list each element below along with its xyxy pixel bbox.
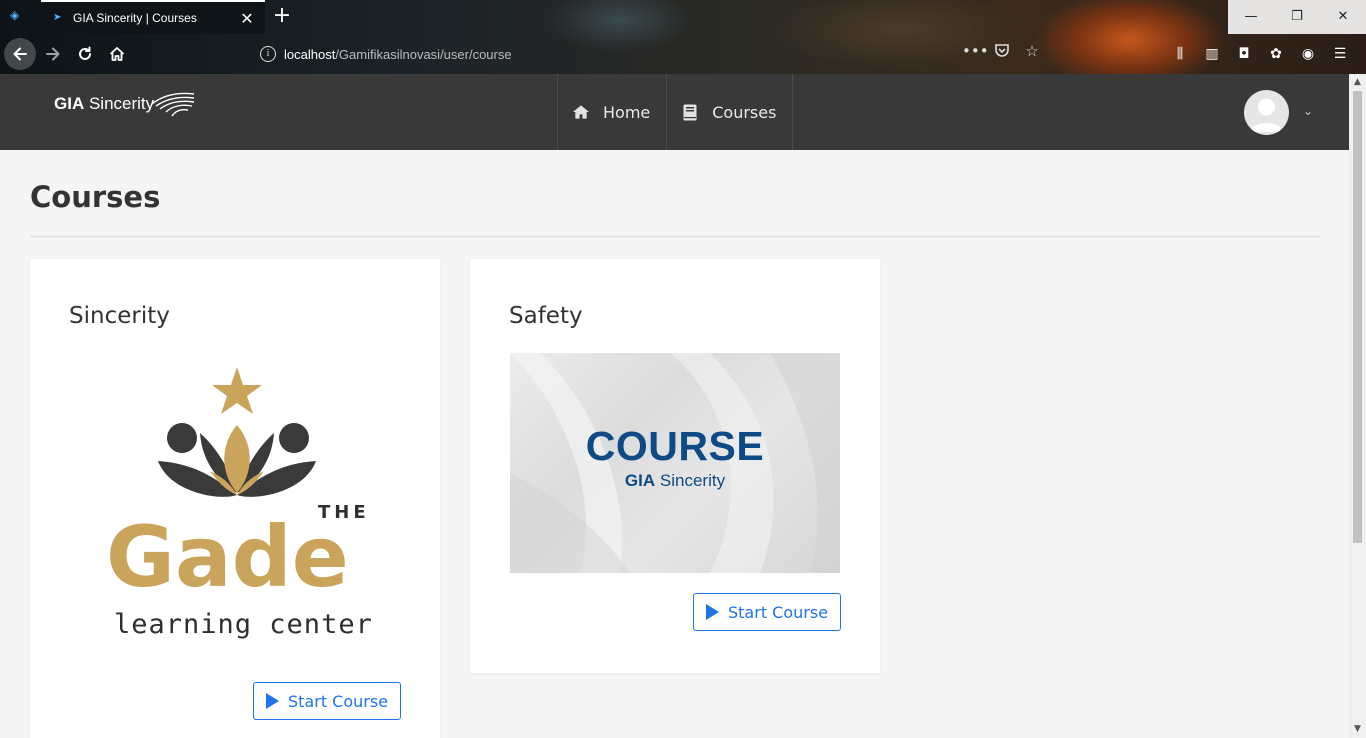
tab-active[interactable]: ➤ GIA Sincerity | Courses ✕ [41, 0, 265, 34]
window-controls: — ❐ ✕ [1228, 0, 1366, 34]
brand-logo[interactable]: GIA Sincerity [54, 92, 195, 117]
course-card: Safety COURSE GIA Sincerity Start Course [470, 259, 880, 673]
new-tab-button[interactable]: + [270, 4, 294, 28]
restore-button[interactable]: ❐ [1274, 0, 1320, 32]
play-icon [706, 604, 719, 620]
forward-button[interactable] [37, 38, 69, 70]
scroll-thumb[interactable] [1353, 91, 1362, 543]
close-tab-icon[interactable]: ✕ [235, 9, 259, 28]
chevron-down-icon[interactable]: ⌄ [1303, 104, 1313, 118]
bookmark-star-icon[interactable]: ☆ [1022, 42, 1042, 66]
nav-label-home: Home [603, 102, 651, 122]
extension-icon[interactable]: ✿ [1264, 42, 1288, 66]
home-outline-icon [109, 47, 125, 61]
main-nav: Home Courses [557, 74, 794, 150]
home-icon [572, 103, 590, 121]
scroll-up-arrow-icon[interactable]: ▲ [1349, 74, 1366, 91]
account-icon[interactable]: ◉ [1296, 42, 1320, 66]
arrow-left-icon [13, 47, 27, 61]
logo-tagline-text: learning center [114, 609, 373, 640]
start-course-label: Start Course [288, 691, 389, 711]
nav-item-home[interactable]: Home [557, 74, 666, 150]
user-avatar[interactable] [1244, 90, 1289, 135]
course-title: Sincerity [69, 303, 170, 329]
browser-toolbar: i localhost /Gamifikasilnovasi/user/cour… [0, 34, 1366, 74]
course-banner-image: COURSE GIA Sincerity [510, 353, 840, 573]
arrow-right-icon [46, 47, 60, 61]
info-icon[interactable]: i [260, 46, 276, 62]
library-icon[interactable]: ⫼ [1168, 42, 1192, 66]
reload-icon [79, 46, 91, 60]
course-card: Sincerity THE Gade learning center Start… [30, 259, 440, 738]
close-window-button[interactable]: ✕ [1320, 0, 1366, 32]
course-title: Safety [509, 303, 583, 329]
page-title: Courses [30, 180, 161, 214]
pocket-icon[interactable] [992, 42, 1012, 66]
page-actions-menu-icon[interactable]: ••• [962, 42, 989, 66]
url-path: /Gamifikasilnovasi/user/course [335, 46, 512, 62]
tab-title: GIA Sincerity | Courses [73, 11, 197, 25]
tab-strip: ◈ ➤ GIA Sincerity | Courses ✕ + — ❐ ✕ [0, 0, 1366, 34]
hamburger-menu-icon[interactable]: ☰ [1328, 42, 1352, 66]
gade-learning-center-logo: THE Gade learning center [96, 353, 374, 643]
url-host: localhost [284, 46, 336, 62]
start-course-button[interactable]: Start Course [253, 682, 402, 720]
favicon-icon: ➤ [53, 12, 62, 23]
back-button[interactable] [4, 38, 36, 70]
toolbar-extensions: ⫼ ▥ ◘ ✿ ◉ ☰ [1168, 42, 1352, 66]
page-scrollbar[interactable]: ▲ ▼ [1349, 74, 1366, 738]
nav-item-courses[interactable]: Courses [666, 74, 794, 150]
user-silhouette-icon [1250, 98, 1283, 132]
reload-button[interactable] [69, 38, 101, 70]
play-icon [266, 693, 279, 709]
logo-brand-text: Gade [106, 508, 349, 606]
address-bar[interactable]: i localhost /Gamifikasilnovasi/user/cour… [250, 38, 1050, 70]
minimize-button[interactable]: — [1228, 0, 1274, 32]
pinned-tab-icon[interactable]: ◈ [10, 8, 19, 22]
book-icon [681, 103, 699, 121]
browser-chrome: ◈ ➤ GIA Sincerity | Courses ✕ + — ❐ ✕ i … [0, 0, 1366, 74]
banner-title: COURSE [585, 423, 765, 469]
banner-subtitle: GIA Sincerity [624, 471, 726, 490]
title-divider [30, 236, 1320, 237]
home-button[interactable] [101, 38, 133, 70]
brand-text: GIA Sincerity [54, 94, 155, 113]
start-course-label: Start Course [728, 602, 829, 622]
scroll-down-arrow-icon[interactable]: ▼ [1349, 721, 1366, 738]
sidebar-icon[interactable]: ▥ [1200, 42, 1224, 66]
nav-label-courses: Courses [712, 102, 777, 122]
garuda-bird-icon [151, 92, 195, 117]
page-actions: ••• ☆ [962, 42, 1042, 66]
start-course-button[interactable]: Start Course [693, 593, 842, 631]
sync-icon[interactable]: ◘ [1232, 42, 1256, 66]
